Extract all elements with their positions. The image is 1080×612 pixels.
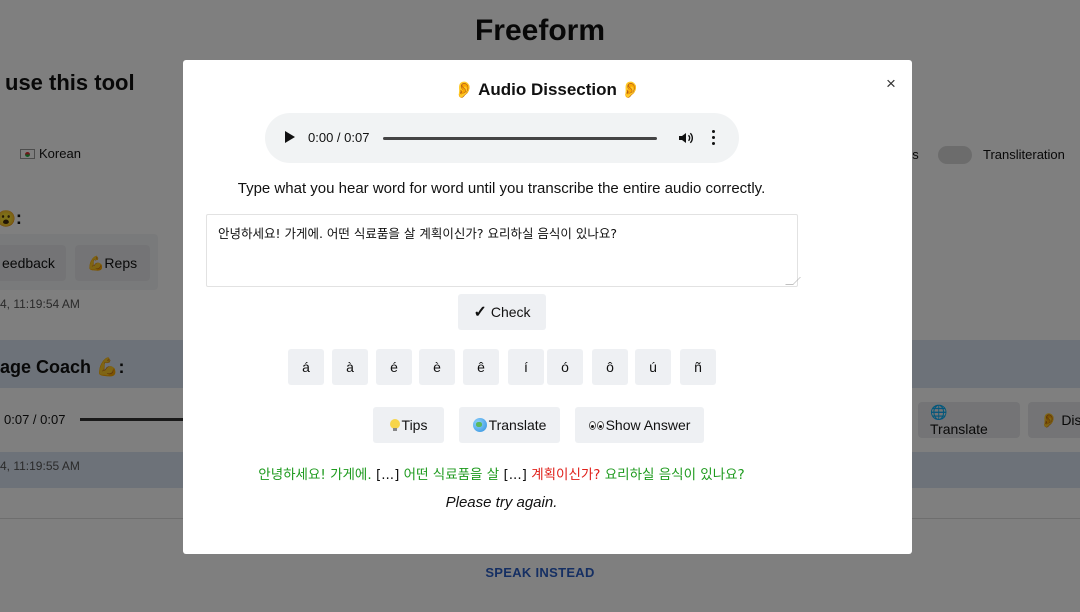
audio-seek-bar[interactable] bbox=[383, 137, 657, 140]
transcription-input[interactable] bbox=[206, 214, 798, 287]
accent-key-button[interactable]: ú bbox=[635, 349, 671, 385]
result-incorrect-part: 계획이신가? bbox=[531, 467, 601, 483]
translate-label: Translate bbox=[488, 417, 547, 433]
result-correct-part: 어떤 식료품을 살 bbox=[403, 467, 500, 483]
translate-button[interactable]: Translate bbox=[459, 407, 560, 443]
accent-key-button[interactable]: à bbox=[332, 349, 368, 385]
tips-button[interactable]: Tips bbox=[373, 407, 444, 443]
retry-message: Please try again. bbox=[445, 494, 558, 511]
check-result: 안녕하세요! 가게에. [...] 어떤 식료품을 살 [...] 계획이신가?… bbox=[183, 463, 820, 483]
result-missing-marker: [...] bbox=[375, 467, 400, 483]
accent-key-button[interactable]: í bbox=[508, 349, 544, 385]
play-icon[interactable] bbox=[285, 131, 295, 143]
modal-title-text: Audio Dissection bbox=[478, 80, 617, 99]
result-missing-marker: [...] bbox=[503, 467, 527, 483]
show-answer-button[interactable]: Show Answer bbox=[575, 407, 704, 443]
volume-icon[interactable] bbox=[678, 130, 694, 146]
eyes-icon bbox=[588, 420, 604, 430]
accent-key-button[interactable]: ñ bbox=[680, 349, 716, 385]
globe-icon bbox=[472, 418, 487, 432]
accent-key-button[interactable]: ó bbox=[547, 349, 583, 385]
ear-icon: 👂 bbox=[454, 82, 475, 99]
audio-dissection-modal: × 👂 Audio Dissection 👂 0:00 / 0:07 Type wh… bbox=[183, 60, 912, 554]
audio-time: 0:00 / 0:07 bbox=[308, 130, 370, 145]
accent-key-button[interactable]: ê bbox=[463, 349, 499, 385]
audio-player: 0:00 / 0:07 bbox=[265, 113, 739, 163]
accent-key-button[interactable]: è bbox=[419, 349, 455, 385]
lightbulb-icon bbox=[389, 419, 400, 431]
tips-label: Tips bbox=[401, 417, 428, 433]
accent-key-button[interactable]: á bbox=[288, 349, 324, 385]
more-options-icon[interactable] bbox=[709, 129, 717, 147]
check-mark-icon: ✓ bbox=[473, 304, 487, 321]
accent-key-button[interactable]: é bbox=[376, 349, 412, 385]
ear-icon: 👂 bbox=[620, 82, 641, 99]
instruction-text: Type what you hear word for word until y… bbox=[237, 180, 766, 197]
accent-key-button[interactable]: ô bbox=[592, 349, 628, 385]
show-answer-label: Show Answer bbox=[605, 417, 691, 433]
result-correct-part: 요리하실 음식이 있나요? bbox=[604, 467, 745, 483]
check-label: Check bbox=[490, 304, 531, 320]
result-correct-part: 안녕하세요! 가게에. bbox=[258, 467, 372, 483]
modal-title: 👂 Audio Dissection 👂 bbox=[183, 80, 912, 100]
check-button[interactable]: ✓ Check bbox=[458, 294, 546, 330]
